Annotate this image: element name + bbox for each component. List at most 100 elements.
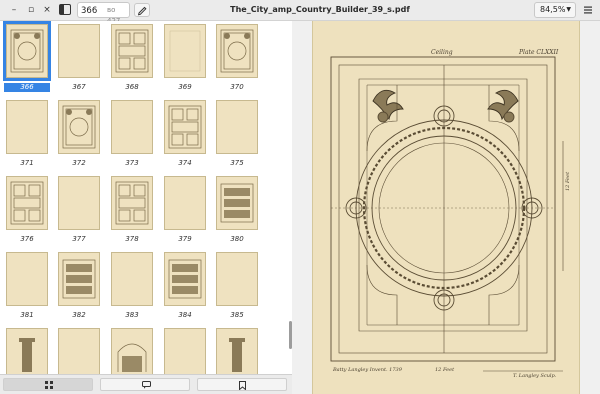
thumbnail-image <box>6 100 48 154</box>
page-thumbnail[interactable]: 385 <box>214 252 260 320</box>
thumbnail-page-number: 373 <box>125 159 139 167</box>
thumbnail-image <box>216 328 258 374</box>
page-thumbnail[interactable]: 368 <box>109 24 155 92</box>
plate-credit-right: T. Langley Sculp. <box>513 373 557 379</box>
thumbnail-image <box>164 176 206 230</box>
annotate-button[interactable] <box>134 3 150 17</box>
thumbnail-page-number: 380 <box>230 235 244 243</box>
thumbnail-image <box>164 328 206 374</box>
bookmarks-icon <box>239 381 246 390</box>
close-button[interactable]: × <box>41 4 53 16</box>
page-thumbnail[interactable]: 383 <box>109 252 155 320</box>
thumbnail-page-number: 374 <box>178 159 192 167</box>
pdf-page: Ceiling Plate CLXXII 12 Feet Batty Langl… <box>312 21 580 394</box>
thumbnail-image <box>216 176 258 230</box>
outline-tab[interactable] <box>100 378 190 391</box>
hamburger-menu-icon[interactable] <box>581 3 595 17</box>
thumbnail-image <box>111 24 153 78</box>
page-thumbnail[interactable]: 370 <box>214 24 260 92</box>
page-thumbnail[interactable]: 369 <box>162 24 208 92</box>
thumbnail-page-number: 378 <box>125 235 139 243</box>
thumbnail-image <box>6 252 48 306</box>
page-thumbnail[interactable]: 367 <box>56 24 102 92</box>
thumbnail-image <box>58 252 100 306</box>
thumbnail-page-number: 375 <box>230 159 244 167</box>
thumbnail-image <box>111 328 153 374</box>
thumbnail-page-number: 385 <box>230 311 244 319</box>
plate-credit-left: Batty Langley Invent. 1739 <box>333 367 402 373</box>
plate-caption: Ceiling <box>431 49 453 56</box>
scale-label-right: 12 Feet <box>565 171 571 191</box>
thumbnail-page-number: 366 <box>4 83 50 92</box>
page-thumbnail[interactable] <box>109 328 155 374</box>
page-thumbnail[interactable]: 374 <box>162 100 208 168</box>
thumbnail-image <box>58 100 100 154</box>
page-thumbnail[interactable]: 376 <box>4 176 50 244</box>
header-bar: – ▫ × во 427 The_City_amp_Country_Builde… <box>0 0 600 25</box>
zoom-dropdown[interactable]: 84,5% ▼ <box>534 2 576 18</box>
page-number-entry[interactable]: во 427 <box>77 2 130 25</box>
page-thumbnail[interactable]: 375 <box>214 100 260 168</box>
thumbnails-icon <box>45 381 53 389</box>
page-thumbnail[interactable]: 372 <box>56 100 102 168</box>
thumbnail-image <box>3 21 51 81</box>
page-thumbnail[interactable]: 384 <box>162 252 208 320</box>
thumbnail-image <box>164 24 206 78</box>
scale-label-bottom: 12 Feet <box>435 367 455 373</box>
thumbnail-image <box>111 252 153 306</box>
thumbnail-page-number: 381 <box>20 311 34 319</box>
chevron-down-icon: ▼ <box>566 6 571 13</box>
document-view[interactable]: Ceiling Plate CLXXII 12 Feet Batty Langl… <box>292 21 600 394</box>
thumbnail-page-number: 368 <box>125 83 139 91</box>
page-number-input[interactable] <box>81 5 101 16</box>
sidebar-toggle-icon[interactable] <box>59 4 71 15</box>
sidebar-footer <box>0 374 292 394</box>
thumbnail-image <box>164 100 206 154</box>
thumbnail-page-number: 376 <box>20 235 34 243</box>
thumbnail-image <box>58 176 100 230</box>
thumbnail-image <box>216 100 258 154</box>
thumbnail-image <box>216 252 258 306</box>
page-thumbnail[interactable]: 371 <box>4 100 50 168</box>
thumbnail-image <box>58 328 100 374</box>
plate-number: Plate CLXXII <box>519 49 559 56</box>
thumbnail-page-number: 372 <box>72 159 86 167</box>
thumbnail-page-number: 369 <box>178 83 192 91</box>
pencil-icon <box>137 6 147 16</box>
page-thumbnail[interactable] <box>214 328 260 374</box>
page-thumbnail[interactable]: 381 <box>4 252 50 320</box>
outline-icon <box>142 381 151 389</box>
zoom-level: 84,5% <box>540 5 566 14</box>
thumbnail-page-number: 371 <box>20 159 34 167</box>
thumbnail-image <box>58 24 100 78</box>
thumbnail-image <box>6 328 48 374</box>
page-thumbnail[interactable] <box>56 328 102 374</box>
document-title: The_City_amp_Country_Builder_39_s.pdf <box>230 5 410 14</box>
page-thumbnail[interactable]: 377 <box>56 176 102 244</box>
thumbnail-image <box>164 252 206 306</box>
page-thumbnail[interactable]: 380 <box>214 176 260 244</box>
thumbnail-image <box>111 100 153 154</box>
thumbnail-sidebar[interactable]: 366 367 368 369 370 371 372 373 374 375 376 377 378 3… <box>0 21 292 374</box>
page-thumbnail[interactable] <box>4 328 50 374</box>
minimize-button[interactable]: – <box>8 4 20 16</box>
page-thumbnail[interactable]: 379 <box>162 176 208 244</box>
page-thumbnail[interactable]: 378 <box>109 176 155 244</box>
ceiling-plate-engraving <box>330 56 564 372</box>
thumbnail-page-number: 367 <box>72 83 86 91</box>
thumbnail-page-number: 382 <box>72 311 86 319</box>
thumbnail-page-number: 379 <box>178 235 192 243</box>
thumbnail-image <box>6 176 48 230</box>
thumbnails-tab[interactable] <box>3 378 93 391</box>
maximize-button[interactable]: ▫ <box>25 4 37 16</box>
page-thumbnail[interactable]: 382 <box>56 252 102 320</box>
page-thumbnail[interactable]: 366 <box>3 21 51 92</box>
thumbnail-image <box>216 24 258 78</box>
thumbnail-page-number: 384 <box>178 311 192 319</box>
page-thumbnail[interactable]: 373 <box>109 100 155 168</box>
page-thumbnail[interactable] <box>162 328 208 374</box>
bookmarks-tab[interactable] <box>197 378 287 391</box>
thumbnail-page-number: 377 <box>72 235 86 243</box>
thumbnail-image <box>111 176 153 230</box>
thumbnail-page-number: 370 <box>230 83 244 91</box>
